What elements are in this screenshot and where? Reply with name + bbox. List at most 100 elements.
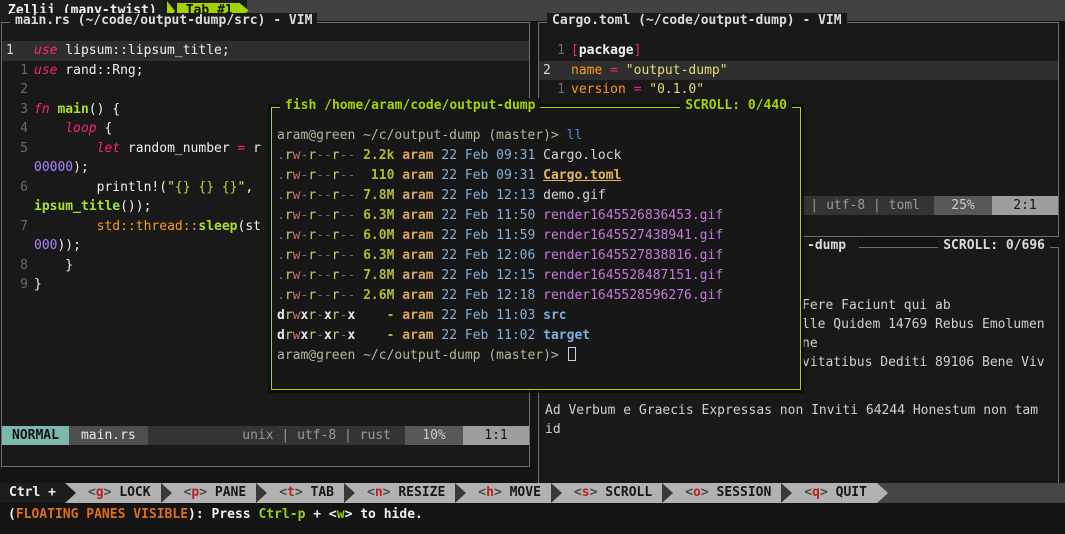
code-line-current: 1use lipsum::lipsum_title;	[2, 41, 529, 61]
keybar-key: q	[812, 485, 820, 500]
line-number: 5	[2, 139, 28, 159]
file-row: .rw-r--r-- 6.3M aram 22 Feb 12:06 render…	[277, 246, 795, 266]
file-size: 110	[363, 168, 394, 183]
fish-command: ll	[567, 128, 583, 143]
code-text: loop {	[28, 119, 112, 139]
line-number: 1	[2, 61, 28, 81]
output-text-fragment: lle Quidem 14769 Rebus Emolumen	[802, 315, 1045, 334]
file-name: src	[543, 308, 566, 323]
keybar-item-resize[interactable]: <n> RESIZE	[357, 483, 455, 503]
file-owner: aram	[402, 268, 433, 283]
file-date: 22 Feb 12:06	[441, 248, 535, 263]
keybar-fill	[890, 483, 1065, 503]
output-text-fragment: ne	[802, 334, 818, 353]
keybinding-bar: Ctrl + <g> LOCK <p> PANE <t> TAB <n> RESIZE…	[0, 483, 1065, 503]
line-number: 7	[2, 217, 28, 237]
line-number: 6	[2, 178, 28, 198]
keybar-label: SESSION	[709, 485, 772, 500]
file-size: -	[363, 328, 394, 343]
vim-scroll-percent: 10%	[405, 426, 463, 445]
code-text: fn main() {	[28, 100, 120, 120]
output-scroll-indicator: SCROLL: 0/696	[938, 238, 1050, 253]
file-row: drwxr-xr-x - aram 22 Feb 11:03 src	[277, 306, 795, 326]
file-date: 22 Feb 09:31	[441, 148, 535, 163]
keybar-label: RESIZE	[391, 485, 446, 500]
file-date: 22 Feb 12:15	[441, 268, 535, 283]
output-text-line: Ad Verbum e Graecis Expressas non Inviti…	[545, 401, 1038, 420]
code-text: std::thread::sleep(st	[28, 217, 261, 237]
keybar-item-lock[interactable]: <g> LOCK	[78, 483, 161, 503]
code-line-current: 2name = "output-dump"	[539, 61, 1058, 81]
keybar-separator-icon	[65, 483, 78, 503]
code-line: 1version = "0.1.0"	[539, 80, 1058, 100]
keybar-item-scroll[interactable]: <s> SCROLL	[564, 483, 662, 503]
floating-pane-fish[interactable]: fish /home/aram/code/output-dump SCROLL:…	[271, 107, 801, 390]
pane-title-output-fragment: -dump	[802, 238, 859, 253]
keybar-item-tab[interactable]: <t> TAB	[269, 483, 344, 503]
keybar-item-move[interactable]: <h> MOVE	[468, 483, 551, 503]
hint-key-w: w	[337, 507, 345, 522]
code-text: use rand::Rng;	[28, 61, 144, 81]
line-number	[2, 197, 28, 217]
vim-cursor-pos: 2:1	[992, 196, 1058, 215]
code-text: }	[28, 256, 73, 276]
code-text: use lipsum::lipsum_title;	[28, 41, 230, 61]
code-text: 000));	[28, 236, 81, 256]
file-date: 22 Feb 12:18	[441, 288, 535, 303]
vim-buffer-cargo: 1[package]2name = "output-dump"1version …	[539, 41, 1058, 100]
file-name: demo.gif	[543, 188, 606, 203]
file-row: .rw-r--r-- 2.6M aram 22 Feb 12:18 render…	[277, 286, 795, 306]
line-number: 8	[2, 256, 28, 276]
hint-suffix: > to hide.	[345, 507, 423, 522]
hint-mid: ): Press	[188, 507, 258, 522]
file-size: -	[363, 308, 394, 323]
keybar-key: t	[287, 485, 295, 500]
file-owner: aram	[402, 148, 433, 163]
file-owner: aram	[402, 288, 433, 303]
keybar-item-pane[interactable]: <p> PANE	[174, 483, 257, 503]
file-name: Cargo.toml	[543, 168, 621, 183]
file-size: 6.3M	[363, 248, 394, 263]
file-row: .rw-r--r-- 6.3M aram 22 Feb 11:50 render…	[277, 206, 795, 226]
file-date: 22 Feb 11:50	[441, 208, 535, 223]
file-row: .rw-r--r-- 7.8M aram 22 Feb 12:13 demo.g…	[277, 186, 795, 206]
code-line: 1[package]	[539, 41, 1058, 61]
keybar-label: SCROLL	[597, 485, 652, 500]
statusline-fill	[148, 426, 243, 445]
file-date: 22 Feb 12:13	[441, 188, 535, 203]
file-owner: aram	[402, 168, 433, 183]
keybar-key: g	[96, 485, 104, 500]
pane-title-cargo-toml: Cargo.toml (~/code/output-dump) - VIM	[547, 13, 847, 28]
vim-scroll-percent: 25%	[934, 196, 992, 215]
fish-terminal: aram@green ~/c/output-dump (master)> ll.…	[272, 126, 800, 366]
keybar-item-quit[interactable]: <q> QUIT	[794, 483, 877, 503]
keybar-key: s	[582, 485, 590, 500]
zellij-screen: Zellij (many-twist) Tab #1 main.rs (~/co…	[0, 0, 1065, 534]
keybar-prefix: Ctrl +	[0, 483, 65, 503]
keybar-key: h	[486, 485, 494, 500]
line-number	[2, 158, 28, 178]
keybar-separator-icon	[256, 483, 269, 503]
hint-line: (FLOATING PANES VISIBLE): Press Ctrl-p +…	[0, 505, 1065, 525]
line-number	[2, 236, 28, 256]
keybar-separator-icon	[161, 483, 174, 503]
output-text-fragment: vitatibus Dediti 89106 Bene Viv	[802, 353, 1045, 372]
line-number: 1	[539, 80, 565, 100]
scroll-value: 0/696	[1006, 238, 1045, 253]
file-name: render1645526836453.gif	[543, 208, 723, 223]
code-text: let random_number = r	[28, 139, 261, 159]
keybar-separator-icon	[551, 483, 564, 503]
keybar-item-session[interactable]: <o> SESSION	[675, 483, 781, 503]
line-number: 4	[2, 119, 28, 139]
file-date: 22 Feb 11:59	[441, 228, 535, 243]
scroll-value: 0/440	[748, 98, 787, 113]
hint-key-ctrl-p: Ctrl-p	[258, 507, 305, 522]
keybar-separator-icon	[781, 483, 794, 503]
code-text	[28, 80, 34, 100]
fish-prompt-line: aram@green ~/c/output-dump (master)> ll	[277, 126, 795, 146]
file-date: 22 Feb 11:02	[441, 328, 535, 343]
keybar-separator-icon	[662, 483, 675, 503]
file-owner: aram	[402, 208, 433, 223]
code-text: ipsum_title());	[28, 197, 151, 217]
code-text: println!("{} {} {}",	[28, 178, 253, 198]
